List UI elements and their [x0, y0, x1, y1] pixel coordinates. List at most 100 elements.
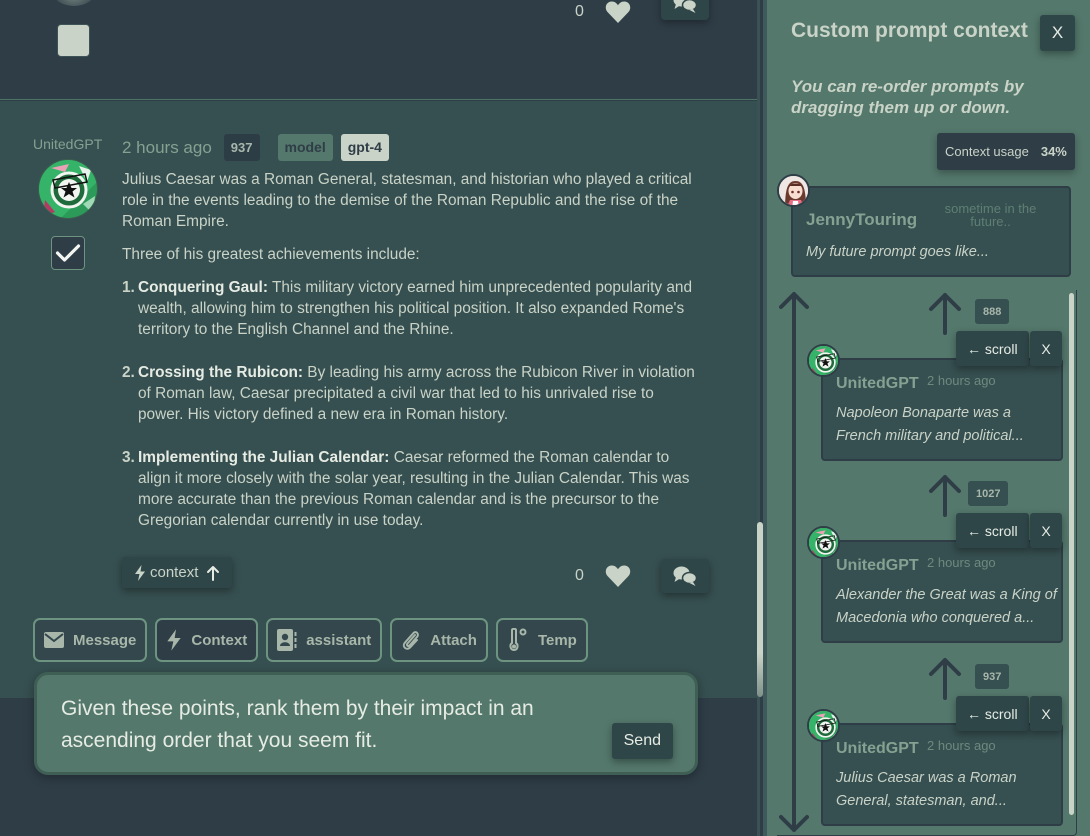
- attach-label: Attach: [430, 631, 477, 649]
- context-list-scrollbar[interactable]: [1069, 293, 1074, 815]
- previous-message-select-checkbox[interactable]: [57, 24, 90, 57]
- message-timestamp: 2 hours ago: [122, 137, 212, 157]
- remove-from-context-button[interactable]: X: [1030, 513, 1062, 548]
- temperature-button[interactable]: Temp: [495, 618, 588, 662]
- message-body: Julius Caesar was a Roman General, state…: [122, 169, 702, 553]
- heart-icon[interactable]: [605, 0, 631, 24]
- assistant-role-button[interactable]: assistant: [266, 618, 383, 662]
- paperclip-icon: [403, 631, 420, 650]
- future-prompt-card[interactable]: JennyTouring sometime in the future.. My…: [791, 186, 1071, 277]
- arrow-up-icon: [207, 565, 220, 581]
- contact-book-icon: [277, 629, 297, 651]
- model-label-badge: model: [277, 134, 333, 161]
- token-count-badge: 1027: [968, 481, 1009, 506]
- context-usage-label: Context usage: [945, 144, 1029, 159]
- message-select-checkbox[interactable]: [51, 236, 85, 270]
- message-lead: Three of his greatest achievements inclu…: [122, 246, 420, 263]
- card-author: UnitedGPT: [836, 740, 919, 757]
- card-author: UnitedGPT: [836, 375, 919, 392]
- message-mode-button[interactable]: Message: [33, 618, 148, 662]
- chat-main-area: 0 UnitedGPT 2 hours ago 937 model gpt-4 …: [0, 0, 757, 836]
- envelope-icon: [44, 632, 64, 648]
- scroll-to-message-button[interactable]: ← scroll: [956, 331, 1029, 366]
- card-author: JennyTouring: [806, 210, 918, 229]
- context-item-card[interactable]: UnitedGPT 2 hours ago Napoleon Bonaparte…: [821, 358, 1063, 461]
- context-item-card[interactable]: UnitedGPT 2 hours ago Alexander the Grea…: [821, 540, 1063, 643]
- lightning-icon: [167, 629, 182, 651]
- model-value-badge: gpt-4: [340, 134, 389, 161]
- comments-icon: [673, 566, 698, 586]
- custom-prompt-context-panel: Custom prompt context X You can re-order…: [767, 0, 1090, 836]
- arrow-up-icon: [929, 658, 961, 700]
- token-count-badge: 937: [223, 134, 260, 161]
- add-to-context-button[interactable]: context: [122, 557, 233, 588]
- arrow-up-icon: [929, 475, 961, 517]
- scroll-to-message-button[interactable]: ← scroll: [956, 513, 1029, 548]
- card-text: Julius Caesar was a Roman General, state…: [836, 770, 1017, 809]
- close-panel-button[interactable]: X: [1040, 15, 1075, 51]
- list-item: 2. Crossing the Rubicon: By leading his a…: [122, 364, 695, 423]
- assistant-role-label: assistant: [306, 631, 372, 649]
- card-time: 2 hours ago: [927, 738, 996, 753]
- list-item-title: Implementing the Julian Calendar:: [138, 449, 390, 466]
- previous-message-reactions: 0: [575, 0, 709, 24]
- remove-from-context-button[interactable]: X: [1030, 331, 1062, 366]
- united-gpt-avatar: [807, 526, 840, 559]
- message-meta: 2 hours ago 937 model gpt-4: [122, 134, 397, 161]
- temperature-label: Temp: [537, 631, 577, 649]
- message-avatar: [38, 159, 98, 219]
- list-item-title: Crossing the Rubicon:: [138, 364, 304, 381]
- card-text: My future prompt goes like...: [806, 244, 989, 260]
- card-time: 2 hours ago: [927, 373, 996, 388]
- panel-hint: You can re-order prompts by dragging the…: [791, 77, 1024, 117]
- message-mode-label: Message: [73, 631, 137, 649]
- context-mode-button[interactable]: Context: [155, 618, 259, 662]
- reply-button[interactable]: [661, 559, 709, 593]
- card-time: sometime in the future..: [944, 201, 1037, 229]
- arrow-up-icon: [929, 293, 961, 335]
- card-text: Napoleon Bonaparte was a French military…: [836, 405, 1024, 444]
- composer-input[interactable]: Given these points, rank them by their i…: [61, 693, 621, 757]
- heart-icon[interactable]: [605, 564, 631, 588]
- attach-button[interactable]: Attach: [390, 618, 488, 662]
- reorder-double-arrow-icon: [779, 292, 809, 832]
- message-composer[interactable]: Given these points, rank them by their i…: [34, 672, 698, 775]
- list-item: 1. Conquering Gaul: This military victory…: [122, 279, 693, 338]
- remove-from-context-button[interactable]: X: [1030, 696, 1062, 731]
- list-item-title: Conquering Gaul:: [138, 279, 268, 296]
- context-usage-value: 34%: [1040, 144, 1067, 159]
- message-intro: Julius Caesar was a Roman General, state…: [122, 171, 692, 230]
- achievements-list: 1. Conquering Gaul: This military victory…: [122, 277, 702, 531]
- chat-scrollbar[interactable]: [757, 522, 763, 697]
- previous-message: 0: [0, 0, 757, 100]
- scroll-to-message-button[interactable]: ← scroll: [956, 696, 1029, 731]
- message-author: UnitedGPT: [33, 136, 103, 152]
- panel-title: Custom prompt context: [791, 19, 1028, 42]
- composer-toolbar: Message Context assistant Attach Temp: [33, 618, 588, 662]
- context-mode-label: Context: [191, 631, 248, 649]
- panel-divider: [757, 0, 767, 836]
- checkmark-icon: [55, 244, 81, 262]
- like-count: 0: [575, 567, 584, 584]
- card-author: UnitedGPT: [836, 557, 919, 574]
- token-count-badge: 937: [975, 664, 1010, 689]
- united-gpt-avatar: [807, 344, 840, 377]
- message-reactions: 0: [575, 559, 709, 593]
- jenny-avatar: [777, 174, 810, 207]
- send-button[interactable]: Send: [611, 723, 673, 759]
- token-count-badge: 888: [975, 299, 1010, 324]
- card-time: 2 hours ago: [927, 555, 996, 570]
- lightning-icon: [135, 564, 145, 581]
- comments-icon: [673, 0, 698, 13]
- context-item-card[interactable]: UnitedGPT 2 hours ago Julius Caesar was …: [821, 723, 1063, 826]
- card-text: Alexander the Great was a King of Macedo…: [836, 587, 1057, 626]
- united-gpt-avatar-image: [39, 160, 98, 219]
- context-button-label: context: [150, 564, 199, 581]
- context-usage-badge: Context usage 34%: [937, 133, 1075, 170]
- reply-button[interactable]: [661, 0, 709, 20]
- like-count: 0: [575, 3, 584, 20]
- thermometer-icon: [509, 628, 527, 652]
- previous-message-avatar: [53, 0, 95, 6]
- list-item: 3. Implementing the Julian Calendar: Caes…: [122, 449, 690, 529]
- united-gpt-avatar: [807, 709, 840, 742]
